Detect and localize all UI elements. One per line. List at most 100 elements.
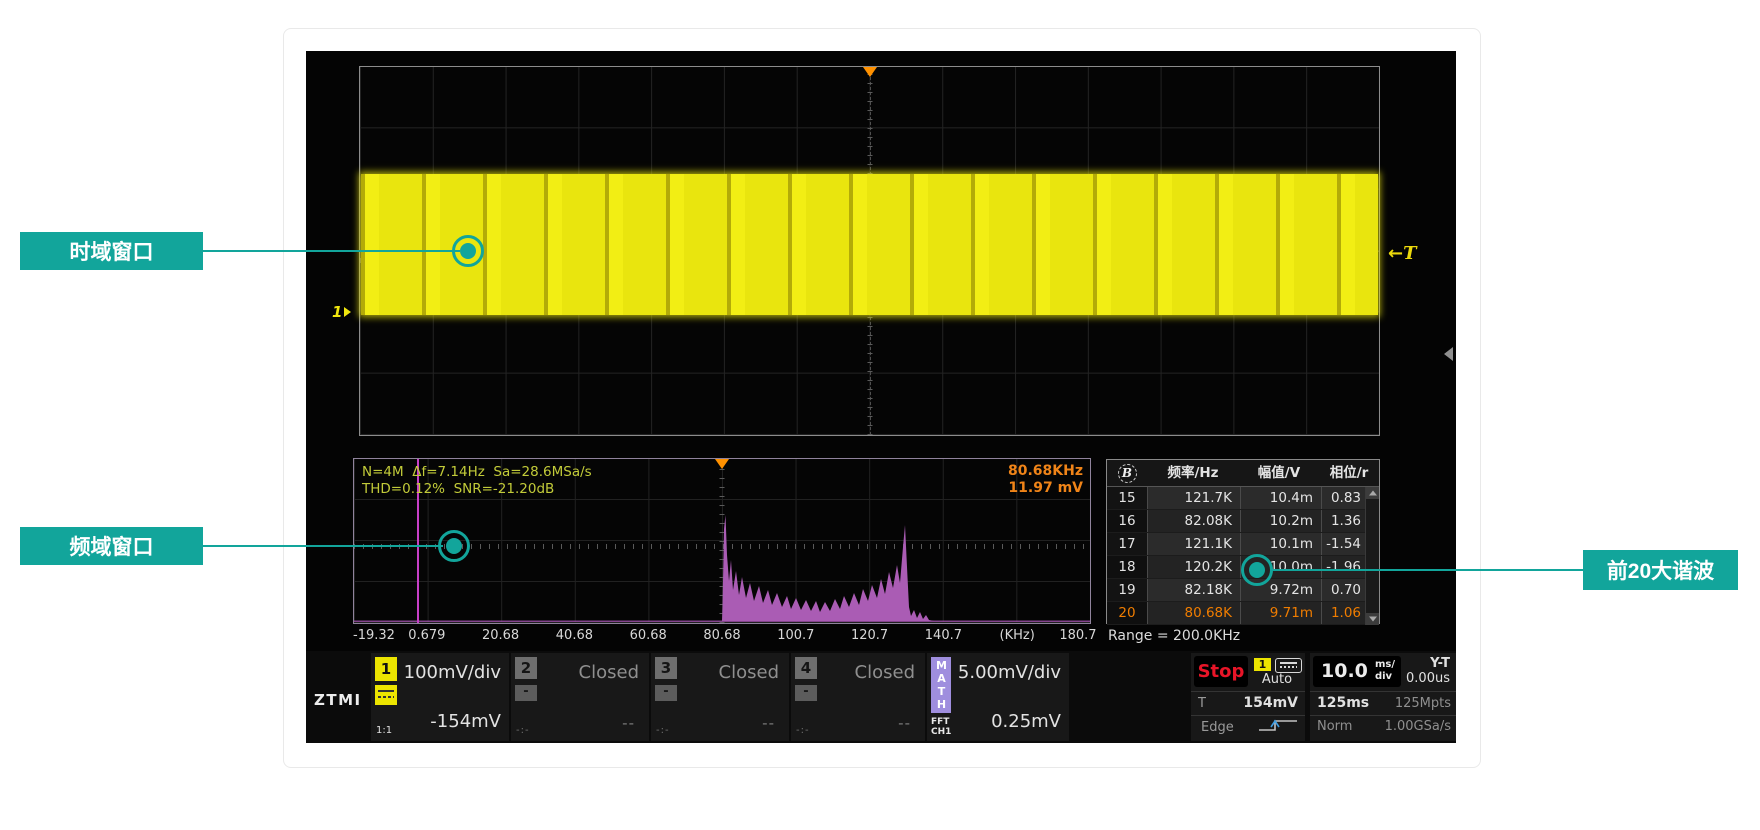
sample-rate: 1.00GSa/s bbox=[1385, 719, 1451, 734]
trigger-coupling-icon bbox=[1275, 658, 1302, 673]
trigger-source-badge: 1 bbox=[1254, 658, 1271, 671]
channel1-marker-arrow-icon bbox=[344, 307, 351, 317]
callout-freq-domain-line bbox=[203, 545, 443, 547]
panel-collapse-arrow-icon[interactable] bbox=[1444, 347, 1453, 361]
col-amplitude: 幅值/V bbox=[1239, 460, 1319, 486]
fft-info-text: N=4M Δf=7.14Hz Sa=28.6MSa/sTHD=0.12% SNR… bbox=[362, 464, 592, 498]
display-mode: Y-T bbox=[1430, 656, 1450, 671]
channel-3-minus-badge: - bbox=[655, 685, 677, 701]
math-control[interactable]: MATH FFTCH1 5.00mV/div 0.25mV bbox=[927, 653, 1069, 741]
channel-1-coupling-icon bbox=[375, 685, 397, 705]
callout-time-domain-dot bbox=[460, 243, 476, 259]
brand-logo: ZTMI bbox=[314, 691, 362, 709]
capture-window: 125ms bbox=[1317, 695, 1369, 711]
channel-2-control[interactable]: 2 - -:- Closed -- bbox=[511, 653, 649, 741]
axis-tick: 180.7 bbox=[1059, 628, 1096, 643]
table-scrollbar[interactable] bbox=[1365, 487, 1379, 625]
fft-axis-labels: -19.32 0.679 20.68 40.68 60.68 80.68 100… bbox=[353, 628, 1091, 644]
channel-1-scale: 100mV/div bbox=[404, 662, 501, 683]
math-offset: 0.25mV bbox=[991, 711, 1061, 732]
acquire-mode: Norm bbox=[1317, 719, 1352, 734]
channel1-waveform bbox=[361, 174, 1378, 316]
scroll-up-icon[interactable] bbox=[1366, 487, 1379, 499]
axis-tick: 0.679 bbox=[408, 628, 445, 643]
timebase-status-block[interactable]: 10.0 ms/div Y-T 0.00us 125ms 125Mpts Nor… bbox=[1310, 653, 1456, 741]
status-toolbar: ZTMI 1 1:1 100mV/div -154mV 2 - -:- Clos… bbox=[306, 651, 1456, 743]
divider bbox=[1191, 691, 1305, 692]
divider bbox=[1310, 715, 1456, 716]
axis-tick: 100.7 bbox=[777, 628, 814, 643]
axis-unit-label: (KHz) bbox=[1000, 628, 1035, 643]
channel-3-value: -- bbox=[762, 714, 775, 732]
channel-1-control[interactable]: 1 1:1 100mV/div -154mV bbox=[371, 653, 509, 741]
channel-1-probe-ratio: 1:1 bbox=[376, 725, 392, 736]
channel-3-sub: -:- bbox=[656, 725, 670, 736]
axis-tick: 60.68 bbox=[630, 628, 667, 643]
axis-tick: -19.32 bbox=[353, 628, 395, 643]
harmonics-table: B 频率/Hz 幅值/V 相位/r 15121.7K10.4m0.83 1682… bbox=[1106, 459, 1380, 624]
table-row: 15121.7K10.4m0.83 bbox=[1107, 487, 1379, 510]
channel-2-status: Closed bbox=[579, 662, 639, 683]
run-state-badge[interactable]: Stop bbox=[1194, 656, 1248, 687]
time-domain-window bbox=[359, 66, 1380, 436]
math-tab: MATH bbox=[931, 657, 951, 713]
harmonics-table-header: B 频率/Hz 幅值/V 相位/r bbox=[1107, 460, 1379, 487]
channel1-marker-label: 1 bbox=[332, 303, 342, 321]
table-row-highlighted: 2080.68K9.71m1.06 bbox=[1107, 602, 1379, 625]
axis-tick: 40.68 bbox=[556, 628, 593, 643]
harmonics-table-body: 15121.7K10.4m0.83 1682.08K10.2m1.36 1712… bbox=[1107, 487, 1379, 625]
harmonics-icon: B bbox=[1107, 460, 1147, 486]
math-scale: 5.00mV/div bbox=[958, 662, 1061, 683]
channel-3-status: Closed bbox=[719, 662, 779, 683]
col-phase: 相位/r bbox=[1319, 460, 1379, 486]
channel1-level-marker[interactable]: 1 bbox=[332, 303, 351, 321]
channel-2-sub: -:- bbox=[516, 725, 530, 736]
edge-rising-icon bbox=[1256, 717, 1300, 733]
scroll-down-icon[interactable] bbox=[1366, 613, 1379, 625]
channel-4-sub: -:- bbox=[796, 725, 810, 736]
callout-freq-domain-label: 频域窗口 bbox=[20, 527, 203, 565]
fft-info-line2: THD=0.12% SNR=-21.20dB bbox=[362, 481, 554, 497]
fft-peak-amplitude: 11.97 mV bbox=[1008, 480, 1083, 496]
callout-freq-domain-dot bbox=[446, 538, 462, 554]
fft-center-marker-icon bbox=[715, 459, 729, 469]
math-mode-source: FFTCH1 bbox=[931, 717, 953, 737]
trigger-status-block[interactable]: Stop 1 Auto T 154mV Edge bbox=[1191, 653, 1305, 741]
trigger-type: Edge bbox=[1201, 720, 1234, 735]
trigger-arrow-icon: ← bbox=[1388, 243, 1403, 264]
channel-4-minus-badge: - bbox=[795, 685, 817, 701]
axis-tick: 80.68 bbox=[703, 628, 740, 643]
callout-time-domain-label: 时域窗口 bbox=[20, 232, 203, 270]
channel-1-badge: 1 bbox=[375, 657, 397, 681]
channel-3-badge: 3 bbox=[655, 657, 677, 679]
timebase-scale-box[interactable]: 10.0 ms/div bbox=[1313, 656, 1401, 687]
col-frequency: 频率/Hz bbox=[1147, 460, 1239, 486]
channel-2-badge: 2 bbox=[515, 657, 537, 679]
channel-4-control[interactable]: 4 - -:- Closed -- bbox=[791, 653, 925, 741]
divider bbox=[1191, 715, 1305, 716]
trigger-position-icon bbox=[863, 67, 877, 77]
axis-tick: 120.7 bbox=[851, 628, 888, 643]
callout-harmonics-line bbox=[1270, 569, 1583, 571]
channel-2-value: -- bbox=[622, 714, 635, 732]
axis-tick: 140.7 bbox=[925, 628, 962, 643]
trigger-sweep-mode: Auto bbox=[1253, 672, 1301, 687]
callout-harmonics-label: 前20大谐波 bbox=[1583, 550, 1738, 590]
table-row: 17121.1K10.1m-1.54 bbox=[1107, 533, 1379, 556]
trigger-level-marker[interactable]: ←T bbox=[1388, 243, 1417, 264]
channel-3-control[interactable]: 3 - -:- Closed -- bbox=[651, 653, 789, 741]
callout-harmonics-dot bbox=[1249, 562, 1265, 578]
trigger-letter: T bbox=[1403, 243, 1416, 264]
b-icon: B bbox=[1118, 464, 1137, 483]
channel-4-badge: 4 bbox=[795, 657, 817, 679]
oscilloscope-screen: 1 ←T N=4M Δf=7.14Hz Sa=28.6MSa/sTHD=0.12… bbox=[306, 51, 1456, 743]
horizontal-delay: 0.00us bbox=[1406, 671, 1450, 686]
screenshot-card: 1 ←T N=4M Δf=7.14Hz Sa=28.6MSa/sTHD=0.12… bbox=[283, 28, 1481, 768]
table-row: 1982.18K9.72m0.70 bbox=[1107, 579, 1379, 602]
fft-info-line1: N=4M Δf=7.14Hz Sa=28.6MSa/s bbox=[362, 464, 592, 480]
channel-4-status: Closed bbox=[855, 662, 915, 683]
trigger-level-label: T bbox=[1198, 696, 1206, 711]
table-row: 1682.08K10.2m1.36 bbox=[1107, 510, 1379, 533]
timebase-unit: ms/div bbox=[1375, 659, 1395, 683]
callout-time-domain-line bbox=[203, 250, 460, 252]
